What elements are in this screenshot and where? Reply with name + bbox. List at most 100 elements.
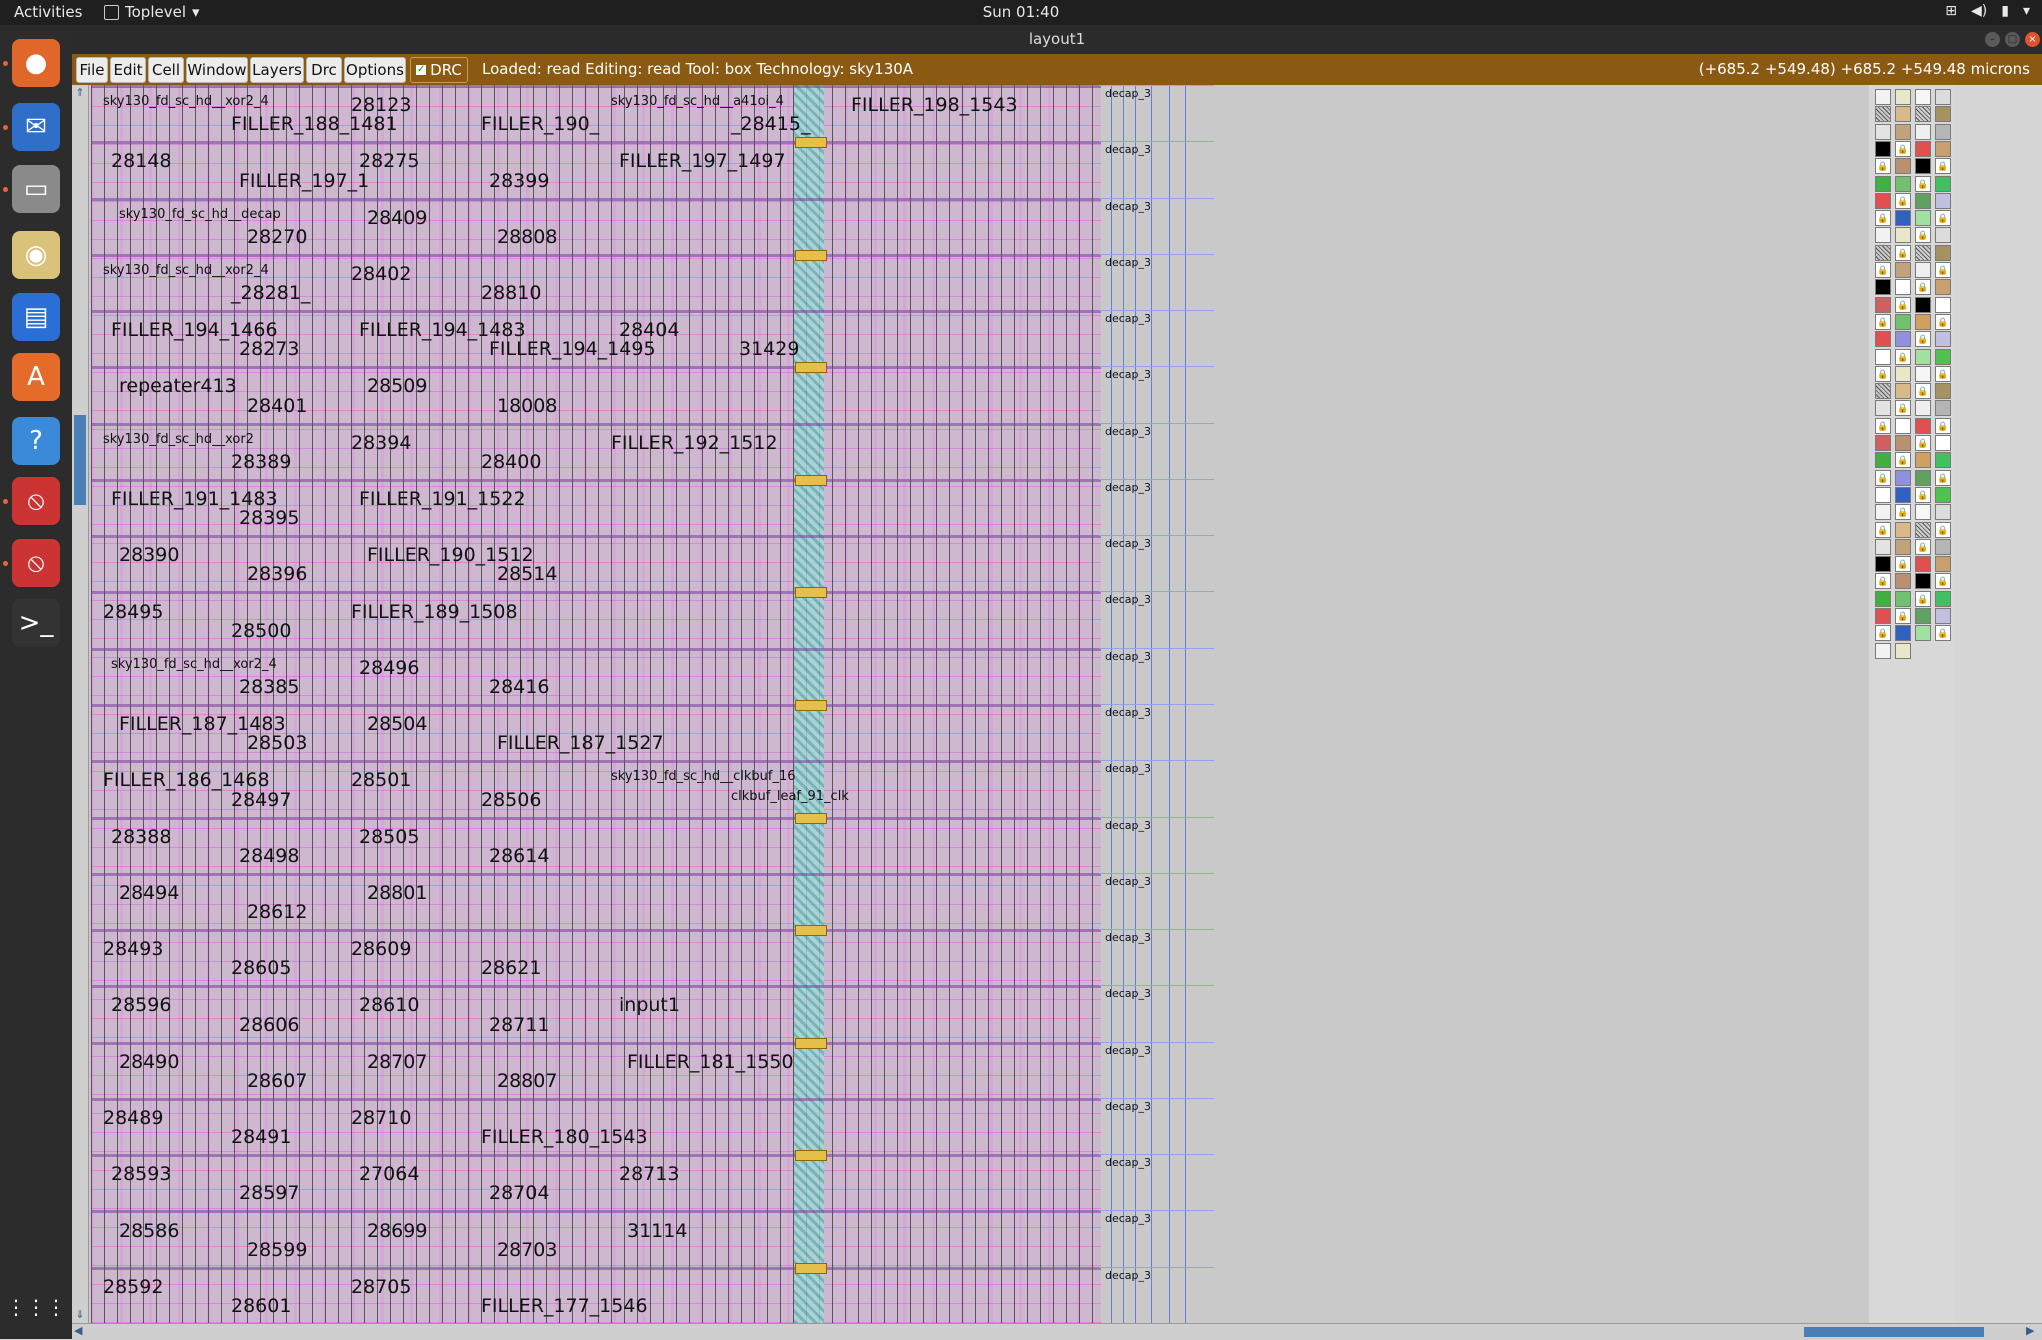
decap-label[interactable]: decap_3 xyxy=(1105,1044,1151,1057)
layer-swatch[interactable] xyxy=(1935,89,1951,105)
cell-instance-label[interactable]: FILLER_191_1522 xyxy=(359,489,526,509)
decap-label[interactable]: decap_3 xyxy=(1105,200,1151,213)
cell-instance-label[interactable]: 28494 xyxy=(119,883,179,903)
layer-swatch[interactable] xyxy=(1895,469,1911,486)
lock-icon[interactable]: 🔒 xyxy=(1875,158,1891,175)
cell-instance-label[interactable]: 28491 xyxy=(231,1127,291,1147)
cell-instance-label[interactable]: 28607 xyxy=(247,1071,307,1091)
lock-icon[interactable]: 🔒 xyxy=(1915,486,1931,503)
decap-label[interactable]: decap_3 xyxy=(1105,1100,1151,1113)
lock-icon[interactable]: 🔒 xyxy=(1915,538,1931,555)
decap-label[interactable]: decap_3 xyxy=(1105,87,1151,100)
cell-instance-label[interactable]: 28399 xyxy=(489,171,549,191)
decap-label[interactable]: decap_3 xyxy=(1105,593,1151,606)
layer-swatch[interactable] xyxy=(1935,140,1951,157)
cell-instance-label[interactable]: FILLER_180_1543 xyxy=(481,1127,648,1147)
cell-instance-label[interactable]: 28509 xyxy=(367,376,427,396)
lock-icon[interactable]: 🔒 xyxy=(1895,244,1911,261)
layer-swatch[interactable] xyxy=(1895,158,1911,175)
layer-swatch[interactable] xyxy=(1875,175,1891,192)
system-tray[interactable]: ⊞ ◀) ▮ ▾ xyxy=(1945,3,2030,19)
layer-swatch[interactable] xyxy=(1875,608,1891,624)
cell-instance-label[interactable]: 28400 xyxy=(481,452,541,472)
show-applications-icon[interactable]: ⋮⋮⋮ xyxy=(6,1283,66,1331)
lock-icon[interactable]: 🔒 xyxy=(1875,417,1891,434)
scroll-down-icon[interactable]: ⇓ xyxy=(74,1309,86,1321)
layer-swatch[interactable] xyxy=(1875,244,1891,261)
layer-swatch[interactable] xyxy=(1875,348,1891,365)
cell-instance-label[interactable]: FILLER_190_1512 xyxy=(367,545,534,565)
cell-instance-label[interactable]: 28504 xyxy=(367,714,427,734)
layer-swatch[interactable] xyxy=(1875,383,1891,400)
files-icon[interactable]: ▭ xyxy=(12,165,60,213)
decap-label[interactable]: decap_3 xyxy=(1105,987,1151,1000)
maximize-icon[interactable]: □ xyxy=(2005,32,2020,47)
terminal-icon[interactable]: >_ xyxy=(12,599,60,647)
layer-swatch[interactable] xyxy=(1915,123,1931,140)
layer-swatch[interactable] xyxy=(1935,175,1951,192)
horizontal-scroll-thumb[interactable] xyxy=(1804,1327,1984,1337)
battery-icon[interactable]: ▮ xyxy=(2001,3,2009,19)
layer-swatch[interactable] xyxy=(1875,538,1891,555)
cell-instance-label[interactable]: sky130_fd_sc_hd__xor2_4 xyxy=(111,657,277,672)
lock-icon[interactable]: 🔒 xyxy=(1935,521,1951,538)
layer-swatch[interactable] xyxy=(1895,227,1911,244)
menu-edit[interactable]: Edit xyxy=(110,57,146,83)
layout-canvas[interactable]: sky130_fd_sc_hd__xor2_4 FILLER_188_1481 28… xyxy=(89,85,1955,1323)
cell-instance-label[interactable]: 28704 xyxy=(489,1183,549,1203)
cell-instance-label[interactable]: input1 xyxy=(619,995,680,1015)
decap-label[interactable]: decap_3 xyxy=(1105,1269,1151,1282)
cell-instance-label[interactable]: sky130_fd_sc_hd__xor2_4 xyxy=(103,95,269,109)
layer-swatch[interactable] xyxy=(1915,313,1931,330)
thunderbird-icon[interactable]: ✉ xyxy=(12,103,60,151)
layer-swatch[interactable] xyxy=(1915,556,1931,573)
lock-icon[interactable]: 🔒 xyxy=(1895,452,1911,469)
cell-instance-label[interactable]: 28506 xyxy=(481,790,541,810)
cell-instance-label[interactable]: sky130_fd_sc_hd__decap xyxy=(119,207,281,222)
layer-swatch[interactable] xyxy=(1935,486,1951,503)
vertical-scrollbar[interactable]: ⇑ ⇓ xyxy=(72,85,89,1323)
scroll-left-icon[interactable]: ◀ xyxy=(74,1325,86,1337)
volume-icon[interactable]: ◀) xyxy=(1971,3,1987,19)
software-icon[interactable]: A xyxy=(12,353,60,401)
lock-icon[interactable]: 🔒 xyxy=(1935,313,1951,330)
cell-instance-label[interactable]: 28489 xyxy=(103,1108,163,1128)
lock-icon[interactable]: 🔒 xyxy=(1875,573,1891,590)
layer-swatch[interactable] xyxy=(1895,625,1911,642)
clock[interactable]: Sun 01:40 xyxy=(0,3,2042,21)
cell-instance-label[interactable]: FILLER_191_1483 xyxy=(111,489,278,509)
cell-instance-label[interactable]: 28395 xyxy=(239,508,299,528)
decap-label[interactable]: decap_3 xyxy=(1105,706,1151,719)
lock-icon[interactable]: 🔒 xyxy=(1915,279,1931,296)
layer-swatch[interactable] xyxy=(1875,279,1891,296)
cell-instance-label[interactable]: FILLER_188_1481 xyxy=(231,114,398,134)
network-icon[interactable]: ⊞ xyxy=(1945,3,1957,19)
close-icon[interactable]: × xyxy=(2025,32,2040,47)
writer-icon[interactable]: ▤ xyxy=(12,293,60,341)
lock-icon[interactable]: 🔒 xyxy=(1935,417,1951,434)
layer-swatch[interactable] xyxy=(1935,608,1951,624)
cell-instance-label[interactable]: 28123 xyxy=(351,95,411,115)
cell-instance-label[interactable]: 28699 xyxy=(367,1221,427,1241)
layer-swatch[interactable] xyxy=(1915,262,1931,278)
lock-icon[interactable]: 🔒 xyxy=(1915,175,1931,192)
layer-swatch[interactable] xyxy=(1915,106,1931,123)
cell-instance-label[interactable]: 28710 xyxy=(351,1108,411,1128)
lock-icon[interactable]: 🔒 xyxy=(1935,262,1951,278)
lock-icon[interactable]: 🔒 xyxy=(1915,590,1931,607)
layer-swatch[interactable] xyxy=(1895,486,1911,503)
lock-icon[interactable]: 🔒 xyxy=(1935,469,1951,486)
layer-swatch[interactable] xyxy=(1915,365,1931,382)
decap-label[interactable]: decap_3 xyxy=(1105,312,1151,325)
cell-instance-label[interactable]: 28597 xyxy=(239,1183,299,1203)
cell-instance-label[interactable]: FILLER_194_1466 xyxy=(111,320,278,340)
cell-instance-label[interactable]: 28388 xyxy=(111,827,171,847)
layer-swatch[interactable] xyxy=(1875,452,1891,469)
cell-instance-label[interactable]: 28808 xyxy=(497,227,557,247)
layer-swatch[interactable] xyxy=(1875,590,1891,607)
layer-swatch[interactable] xyxy=(1935,590,1951,607)
lock-icon[interactable]: 🔒 xyxy=(1875,521,1891,538)
lock-icon[interactable]: 🔒 xyxy=(1935,210,1951,227)
cell-instance-label[interactable]: 28394 xyxy=(351,433,411,453)
cell-instance-label[interactable]: 18008 xyxy=(497,396,557,416)
